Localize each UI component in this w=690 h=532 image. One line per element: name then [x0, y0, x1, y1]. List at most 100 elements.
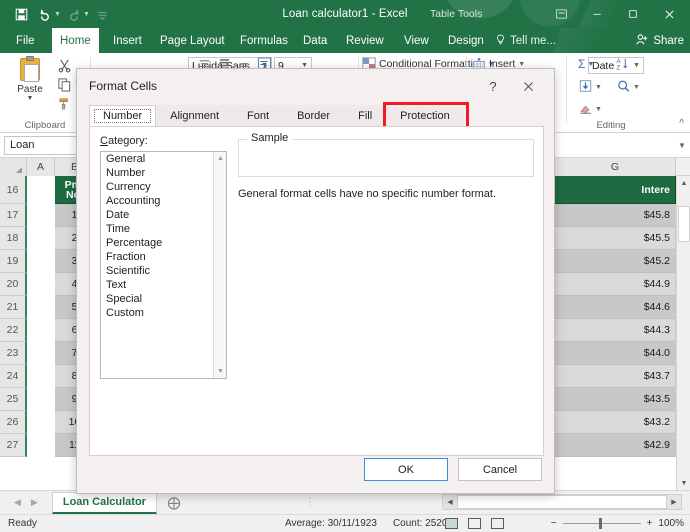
horizontal-scrollbar[interactable]: ◀ ▶ — [442, 494, 682, 510]
close-icon[interactable] — [652, 0, 686, 28]
zoom-in-icon[interactable]: + — [647, 518, 653, 529]
category-scrollbar[interactable]: ▲ ▼ — [213, 152, 226, 378]
cell-a22[interactable] — [27, 319, 55, 342]
tab-home[interactable]: Home — [52, 28, 99, 53]
vertical-scrollbar[interactable]: ▲ ▼ — [676, 176, 690, 490]
cell-a26[interactable] — [27, 411, 55, 434]
autosum-dropdown-icon[interactable]: ▼ — [587, 61, 594, 68]
zoom-out-icon[interactable]: − — [551, 518, 557, 529]
dialog-tab-number[interactable]: Number — [89, 105, 156, 127]
cell-a18[interactable] — [27, 227, 55, 250]
find-button[interactable]: ▼ — [616, 79, 640, 96]
row-header-23[interactable]: 23 — [0, 342, 27, 365]
maximize-icon[interactable] — [616, 0, 650, 28]
tab-review[interactable]: Review — [338, 28, 392, 53]
cell-g21[interactable]: $44.6 — [555, 296, 676, 319]
tell-me-box[interactable]: Tell me... — [495, 28, 556, 53]
category-item-currency[interactable]: Currency — [101, 180, 226, 194]
cell-g26[interactable]: $43.2 — [555, 411, 676, 434]
cell-a27[interactable] — [27, 434, 55, 457]
clear-dropdown-icon[interactable]: ▼ — [595, 106, 602, 113]
category-item-scientific[interactable]: Scientific — [101, 264, 226, 278]
ribbon-display-options-icon[interactable] — [544, 0, 578, 28]
tab-formulas[interactable]: Formulas — [232, 28, 296, 53]
cell-g24[interactable]: $43.7 — [555, 365, 676, 388]
dialog-tab-alignment[interactable]: Alignment — [156, 105, 233, 127]
cell-g16-interest[interactable]: Intere — [555, 176, 676, 204]
cell-g17[interactable]: $45.8 — [555, 204, 676, 227]
scroll-left-icon[interactable]: ◀ — [443, 498, 457, 506]
column-header-g[interactable]: G — [555, 158, 676, 176]
autosum-button[interactable]: Σ ▼ — [578, 57, 594, 71]
sheet-tab-loan-calculator[interactable]: Loan Calculator — [52, 492, 157, 514]
row-header-21[interactable]: 21 — [0, 296, 27, 319]
cell-g22[interactable]: $44.3 — [555, 319, 676, 342]
zoom-level[interactable]: 100% — [658, 518, 684, 529]
column-header-a[interactable]: A — [27, 158, 55, 176]
tab-file[interactable]: File — [8, 28, 43, 53]
find-dropdown-icon[interactable]: ▼ — [633, 84, 640, 91]
close-icon[interactable] — [516, 75, 540, 97]
row-header-26[interactable]: 26 — [0, 411, 27, 434]
insert-cells-dropdown-icon[interactable]: ▼ — [518, 61, 525, 68]
cell-a23[interactable] — [27, 342, 55, 365]
cell-a19[interactable] — [27, 250, 55, 273]
fill-button[interactable]: ▼ — [578, 79, 602, 96]
tab-data[interactable]: Data — [295, 28, 335, 53]
cell-a21[interactable] — [27, 296, 55, 319]
cell-g27[interactable]: $42.9 — [555, 434, 676, 457]
cell-a20[interactable] — [27, 273, 55, 296]
collapse-ribbon-icon[interactable]: ^ — [679, 118, 684, 129]
dialog-tab-protection[interactable]: Protection — [386, 105, 464, 127]
row-header-20[interactable]: 20 — [0, 273, 27, 296]
row-header-27[interactable]: 27 — [0, 434, 27, 457]
cut-icon[interactable] — [57, 58, 74, 75]
tab-insert[interactable]: Insert — [105, 28, 150, 53]
scroll-up-icon[interactable]: ▲ — [677, 176, 690, 190]
sort-filter-dropdown-icon[interactable]: ▼ — [633, 62, 640, 69]
category-scroll-down-icon[interactable]: ▼ — [214, 365, 227, 378]
category-item-accounting[interactable]: Accounting — [101, 194, 226, 208]
row-header-25[interactable]: 25 — [0, 388, 27, 411]
category-item-number[interactable]: Number — [101, 166, 226, 180]
cell-a24[interactable] — [27, 365, 55, 388]
category-item-date[interactable]: Date — [101, 208, 226, 222]
zoom-slider-thumb[interactable] — [599, 518, 602, 529]
sort-filter-button[interactable]: AZ ▼ — [616, 57, 640, 74]
format-painter-icon[interactable] — [57, 96, 74, 113]
cell-g23[interactable]: $44.0 — [555, 342, 676, 365]
category-item-custom[interactable]: Custom — [101, 306, 226, 320]
row-header-22[interactable]: 22 — [0, 319, 27, 342]
cell-g20[interactable]: $44.9 — [555, 273, 676, 296]
tab-design[interactable]: Design — [440, 28, 492, 53]
cell-a25[interactable] — [27, 388, 55, 411]
category-item-text[interactable]: Text — [101, 278, 226, 292]
copy-icon[interactable] — [57, 77, 74, 94]
page-break-preview-icon[interactable] — [491, 518, 504, 529]
category-item-fraction[interactable]: Fraction — [101, 250, 226, 264]
paste-button[interactable]: Paste ▼ — [8, 57, 52, 102]
select-all-corner[interactable] — [0, 158, 27, 176]
row-header-16[interactable]: 16 — [0, 176, 27, 204]
sheet-bar-splitter[interactable]: ⋮ — [305, 497, 316, 508]
row-header-17[interactable]: 17 — [0, 204, 27, 227]
cell-a16[interactable] — [27, 176, 55, 204]
cell-g19[interactable]: $45.2 — [555, 250, 676, 273]
category-item-special[interactable]: Special — [101, 292, 226, 306]
scroll-thumb[interactable] — [678, 206, 690, 242]
cell-a17[interactable] — [27, 204, 55, 227]
row-header-18[interactable]: 18 — [0, 227, 27, 250]
category-item-general[interactable]: General — [101, 152, 226, 166]
tab-page-layout[interactable]: Page Layout — [152, 28, 233, 53]
page-layout-view-icon[interactable] — [468, 518, 481, 529]
ok-button[interactable]: OK — [364, 458, 448, 481]
horizontal-scroll-thumb[interactable] — [457, 495, 667, 509]
scroll-down-icon[interactable]: ▼ — [677, 476, 690, 490]
category-scroll-up-icon[interactable]: ▲ — [214, 152, 227, 165]
help-icon[interactable]: ? — [482, 75, 504, 97]
row-header-19[interactable]: 19 — [0, 250, 27, 273]
tab-view[interactable]: View — [396, 28, 437, 53]
zoom-slider[interactable] — [563, 523, 641, 524]
category-listbox[interactable]: General Number Currency Accounting Date … — [100, 151, 227, 379]
category-item-time[interactable]: Time — [101, 222, 226, 236]
